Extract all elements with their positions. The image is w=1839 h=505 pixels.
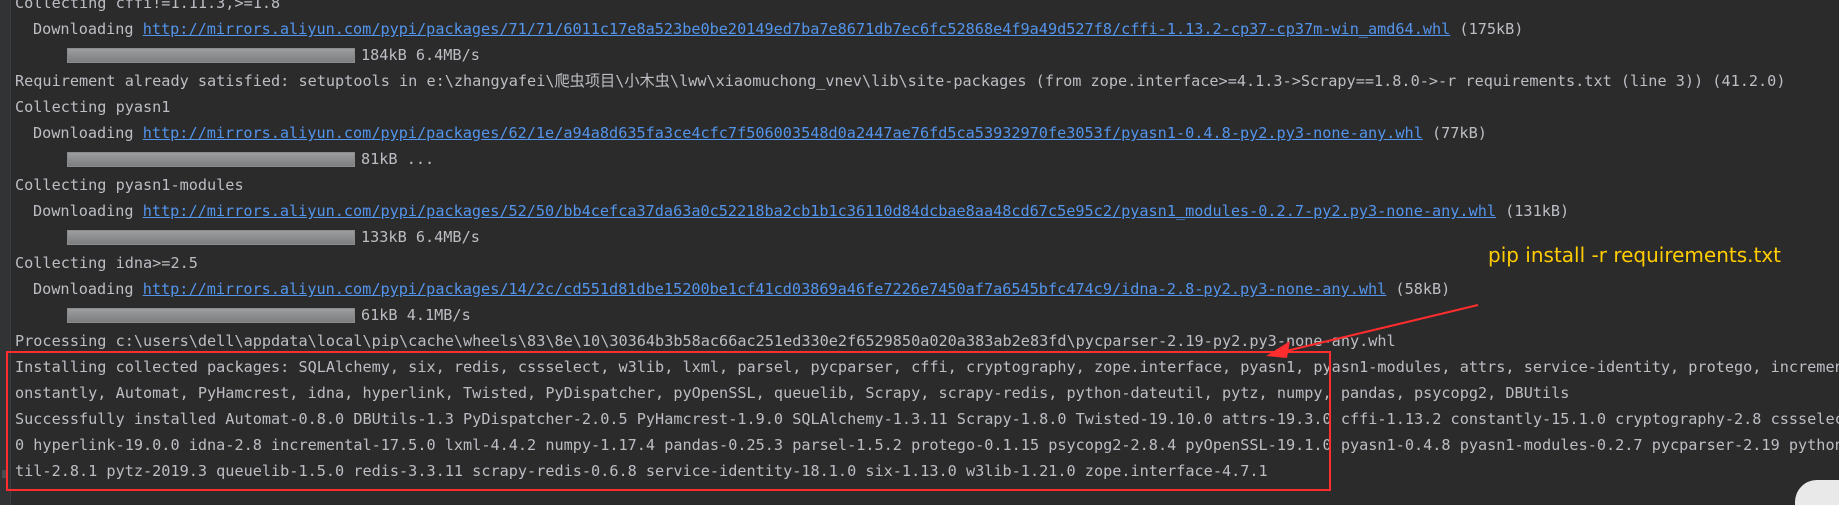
progress-bar bbox=[67, 229, 355, 245]
progress-bar bbox=[67, 151, 355, 167]
highlight-box bbox=[6, 351, 1331, 491]
download-label: Downloading bbox=[33, 202, 143, 220]
download-label: Downloading bbox=[33, 20, 143, 38]
log-line-collecting-pyasn1: Collecting pyasn1 bbox=[15, 98, 171, 116]
download-label: Downloading bbox=[33, 124, 143, 142]
progress-text: 133kB 6.4MB/s bbox=[361, 228, 480, 246]
download-size: (58kB) bbox=[1386, 280, 1451, 298]
log-line-download-idna: Downloading http://mirrors.aliyun.com/py… bbox=[15, 276, 1839, 302]
progress-bar bbox=[67, 307, 355, 323]
progress-bar bbox=[67, 47, 355, 63]
progress-line-pyasn1: 81kB ... bbox=[15, 146, 1839, 172]
log-line-collecting-cffi: Collecting cffi!=1.11.3,>=1.8 bbox=[15, 0, 281, 12]
download-size: (77kB) bbox=[1422, 124, 1487, 142]
progress-text: 184kB 6.4MB/s bbox=[361, 46, 480, 64]
log-line-download-cffi: Downloading http://mirrors.aliyun.com/py… bbox=[15, 16, 1839, 42]
progress-line-cffi: 184kB 6.4MB/s bbox=[15, 42, 1839, 68]
progress-line-idna: 61kB 4.1MB/s bbox=[15, 302, 1839, 328]
log-line-download-pyasn1-modules: Downloading http://mirrors.aliyun.com/py… bbox=[15, 198, 1839, 224]
log-line-collecting-pyasn1-modules: Collecting pyasn1-modules bbox=[15, 176, 244, 194]
download-size: (175kB) bbox=[1450, 20, 1524, 38]
annotation-label: pip install -r requirements.txt bbox=[1488, 243, 1782, 267]
log-line-download-pyasn1: Downloading http://mirrors.aliyun.com/py… bbox=[15, 120, 1839, 146]
progress-text: 61kB 4.1MB/s bbox=[361, 306, 471, 324]
download-link-pyasn1-modules[interactable]: http://mirrors.aliyun.com/pypi/packages/… bbox=[143, 202, 1496, 220]
download-size: (131kB) bbox=[1496, 202, 1570, 220]
log-line-setuptools: Requirement already satisfied: setuptool… bbox=[15, 72, 1786, 90]
download-label: Downloading bbox=[33, 280, 143, 298]
download-link-pyasn1[interactable]: http://mirrors.aliyun.com/pypi/packages/… bbox=[143, 124, 1423, 142]
progress-text: 81kB ... bbox=[361, 150, 435, 168]
download-link-idna[interactable]: http://mirrors.aliyun.com/pypi/packages/… bbox=[143, 280, 1387, 298]
download-link-cffi[interactable]: http://mirrors.aliyun.com/pypi/packages/… bbox=[143, 20, 1451, 38]
